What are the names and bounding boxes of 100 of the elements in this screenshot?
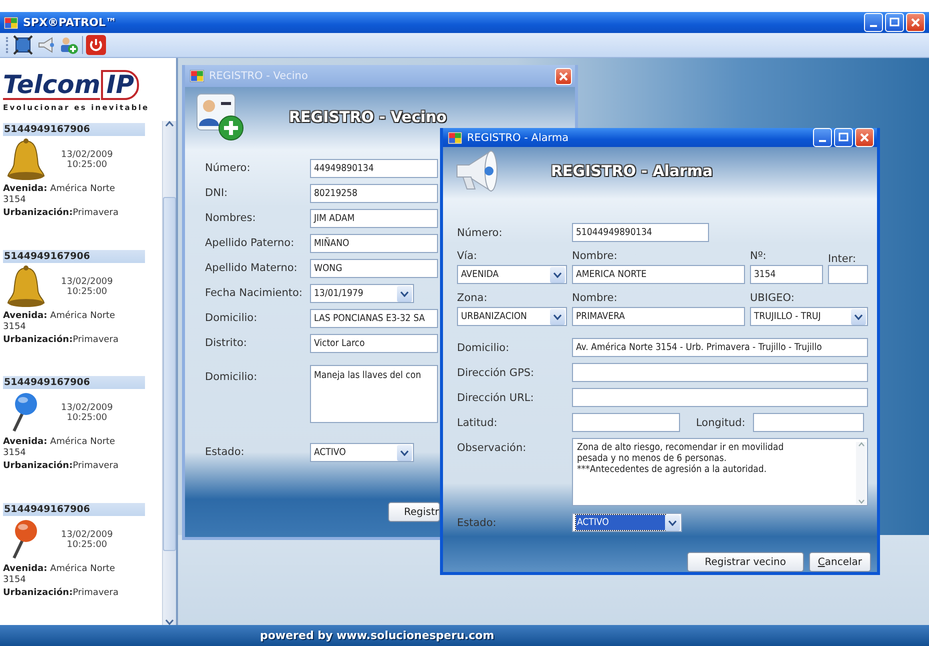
field-label: Estado: xyxy=(457,516,498,530)
close-icon xyxy=(858,131,871,144)
dropdown[interactable]: 13/01/1979 xyxy=(310,284,414,303)
field-label: Domicilio: xyxy=(205,370,258,385)
input-field[interactable]: WONG xyxy=(310,259,438,278)
field-label: Vía: xyxy=(457,249,478,263)
window-title: SPX®PATROL™ xyxy=(23,16,118,29)
input-field[interactable]: 3154 xyxy=(750,265,823,284)
maximize-icon xyxy=(837,131,850,144)
scroll-down-icon xyxy=(165,619,174,625)
scroll-up-icon xyxy=(858,442,864,447)
minimize-button[interactable] xyxy=(813,128,832,147)
screen-tool-button[interactable] xyxy=(13,35,33,55)
cancel-button[interactable]: Cancelar xyxy=(808,552,871,572)
window-title: REGISTRO - Alarma xyxy=(467,132,570,144)
footer-text: powered by www.solucionesperu.com xyxy=(260,629,494,642)
add-user-card-icon xyxy=(195,92,245,142)
close-button[interactable] xyxy=(855,128,874,147)
scrollbar-thumb[interactable] xyxy=(163,197,176,551)
field-label: Zona: xyxy=(457,291,488,305)
scrollbar[interactable] xyxy=(162,121,176,625)
input-field[interactable]: JIM ADAM xyxy=(310,209,438,228)
scrollbar[interactable] xyxy=(856,442,866,504)
alert-time: 10:25:00 xyxy=(66,286,108,297)
scroll-up-icon xyxy=(165,121,174,127)
alert-number[interactable]: 5144949167906 xyxy=(3,123,145,136)
field-label: Observación: xyxy=(457,441,528,455)
register-button[interactable]: Registr xyxy=(388,502,440,522)
field-label: Longitud: xyxy=(696,416,746,430)
field-label: Dirección URL: xyxy=(457,390,535,404)
field-label: Apellido Materno: xyxy=(205,261,298,276)
field-label: Nombres: xyxy=(205,211,257,226)
chevron-down-icon xyxy=(550,266,565,282)
chevron-down-icon xyxy=(665,514,680,530)
alert-address: Avenida: América Norte 3154 xyxy=(3,564,116,586)
input-field[interactable]: Av. América Norte 3154 - Urb. Primavera - Trujillo - Trujillo xyxy=(572,338,868,357)
field-label: Estado: xyxy=(205,445,246,460)
alert-time: 10:25:00 xyxy=(66,160,108,170)
input-field[interactable]: PRIMAVERA xyxy=(572,307,745,326)
alert-zone: Urbanización:Primavera xyxy=(3,208,120,220)
close-button[interactable] xyxy=(906,13,925,32)
window-icon xyxy=(190,70,204,82)
alert-date: 13/02/2009 xyxy=(61,276,113,287)
screen-icon xyxy=(13,35,33,55)
input-field[interactable] xyxy=(753,413,864,432)
add-user-icon xyxy=(59,35,79,55)
alert-zone: Urbanización:Primavera xyxy=(3,588,120,599)
field-label: Inter: xyxy=(828,252,857,266)
input-field[interactable]: 51044949890134 xyxy=(572,223,709,242)
input-field[interactable]: 80219258 xyxy=(310,184,438,203)
close-icon xyxy=(909,16,922,29)
register-button[interactable]: Registrar vecino xyxy=(686,552,804,572)
field-label: Domicilio: xyxy=(205,311,258,326)
chevron-down-icon xyxy=(550,308,565,324)
maximize-button[interactable] xyxy=(885,13,904,32)
minimize-icon xyxy=(819,140,826,142)
text-area[interactable]: Zona de alto riesgo, recomendar ir en movilidad pesada y no menos de 6 personas. ***Antecedentes de agresión a la autoridad. xyxy=(572,438,868,506)
dropdown[interactable]: ACTIVO xyxy=(310,443,414,462)
text-area[interactable]: Maneja las llaves del con xyxy=(310,365,438,423)
field-label: Dirección GPS: xyxy=(457,366,536,380)
power-button[interactable] xyxy=(86,35,106,55)
field-label: Distrito: xyxy=(205,336,248,351)
form-heading: REGISTRO - Vecino xyxy=(289,108,447,126)
input-field[interactable]: 44949890134 xyxy=(310,159,438,178)
minimize-button[interactable] xyxy=(864,13,883,32)
logo: Telcom IP xyxy=(3,70,162,100)
chevron-down-icon xyxy=(397,444,412,460)
input-field[interactable] xyxy=(572,363,868,382)
field-label: Nº: xyxy=(750,249,768,263)
dropdown[interactable]: TRUJILLO - TRUJ xyxy=(750,307,868,326)
input-field[interactable]: AMERICA NORTE xyxy=(572,265,745,284)
alert-number[interactable]: 5144949167906 xyxy=(3,502,145,516)
input-field[interactable] xyxy=(572,388,868,407)
input-field[interactable]: LAS PONCIANAS E3-32 SA xyxy=(310,309,438,328)
input-field[interactable] xyxy=(572,413,680,432)
alert-time: 10:25:00 xyxy=(66,413,108,424)
alert-address: Avenida: América Norte 3154 xyxy=(3,184,116,206)
field-label: Fecha Nacimiento: xyxy=(205,286,304,301)
alert-address: Avenida: América Norte 3154 xyxy=(3,437,116,460)
field-label: Domicilio: xyxy=(457,340,510,354)
close-button[interactable] xyxy=(555,68,572,84)
input-field[interactable] xyxy=(828,265,868,284)
alert-number[interactable]: 5144949167906 xyxy=(3,376,145,390)
dropdown[interactable]: ACTIVO xyxy=(572,513,682,532)
input-field[interactable]: Victor Larco xyxy=(310,334,438,353)
minimize-icon xyxy=(870,25,877,27)
close-icon xyxy=(557,70,570,82)
dropdown[interactable]: AVENIDA xyxy=(457,265,567,284)
add-user-tool-button[interactable] xyxy=(59,35,79,55)
field-label: DNI: xyxy=(205,186,229,201)
window-title: REGISTRO - Vecino xyxy=(209,70,309,82)
field-label: Número: xyxy=(205,161,252,176)
alert-zone: Urbanización:Primavera xyxy=(3,334,120,346)
alert-number[interactable]: 5144949167906 xyxy=(3,250,145,263)
window-icon xyxy=(448,132,462,144)
dropdown[interactable]: URBANIZACION xyxy=(457,307,567,326)
maximize-button[interactable] xyxy=(834,128,853,147)
alert-address: Avenida: América Norte 3154 xyxy=(3,310,116,333)
input-field[interactable]: MIÑANO xyxy=(310,234,438,253)
field-label: Latitud: xyxy=(457,416,498,430)
